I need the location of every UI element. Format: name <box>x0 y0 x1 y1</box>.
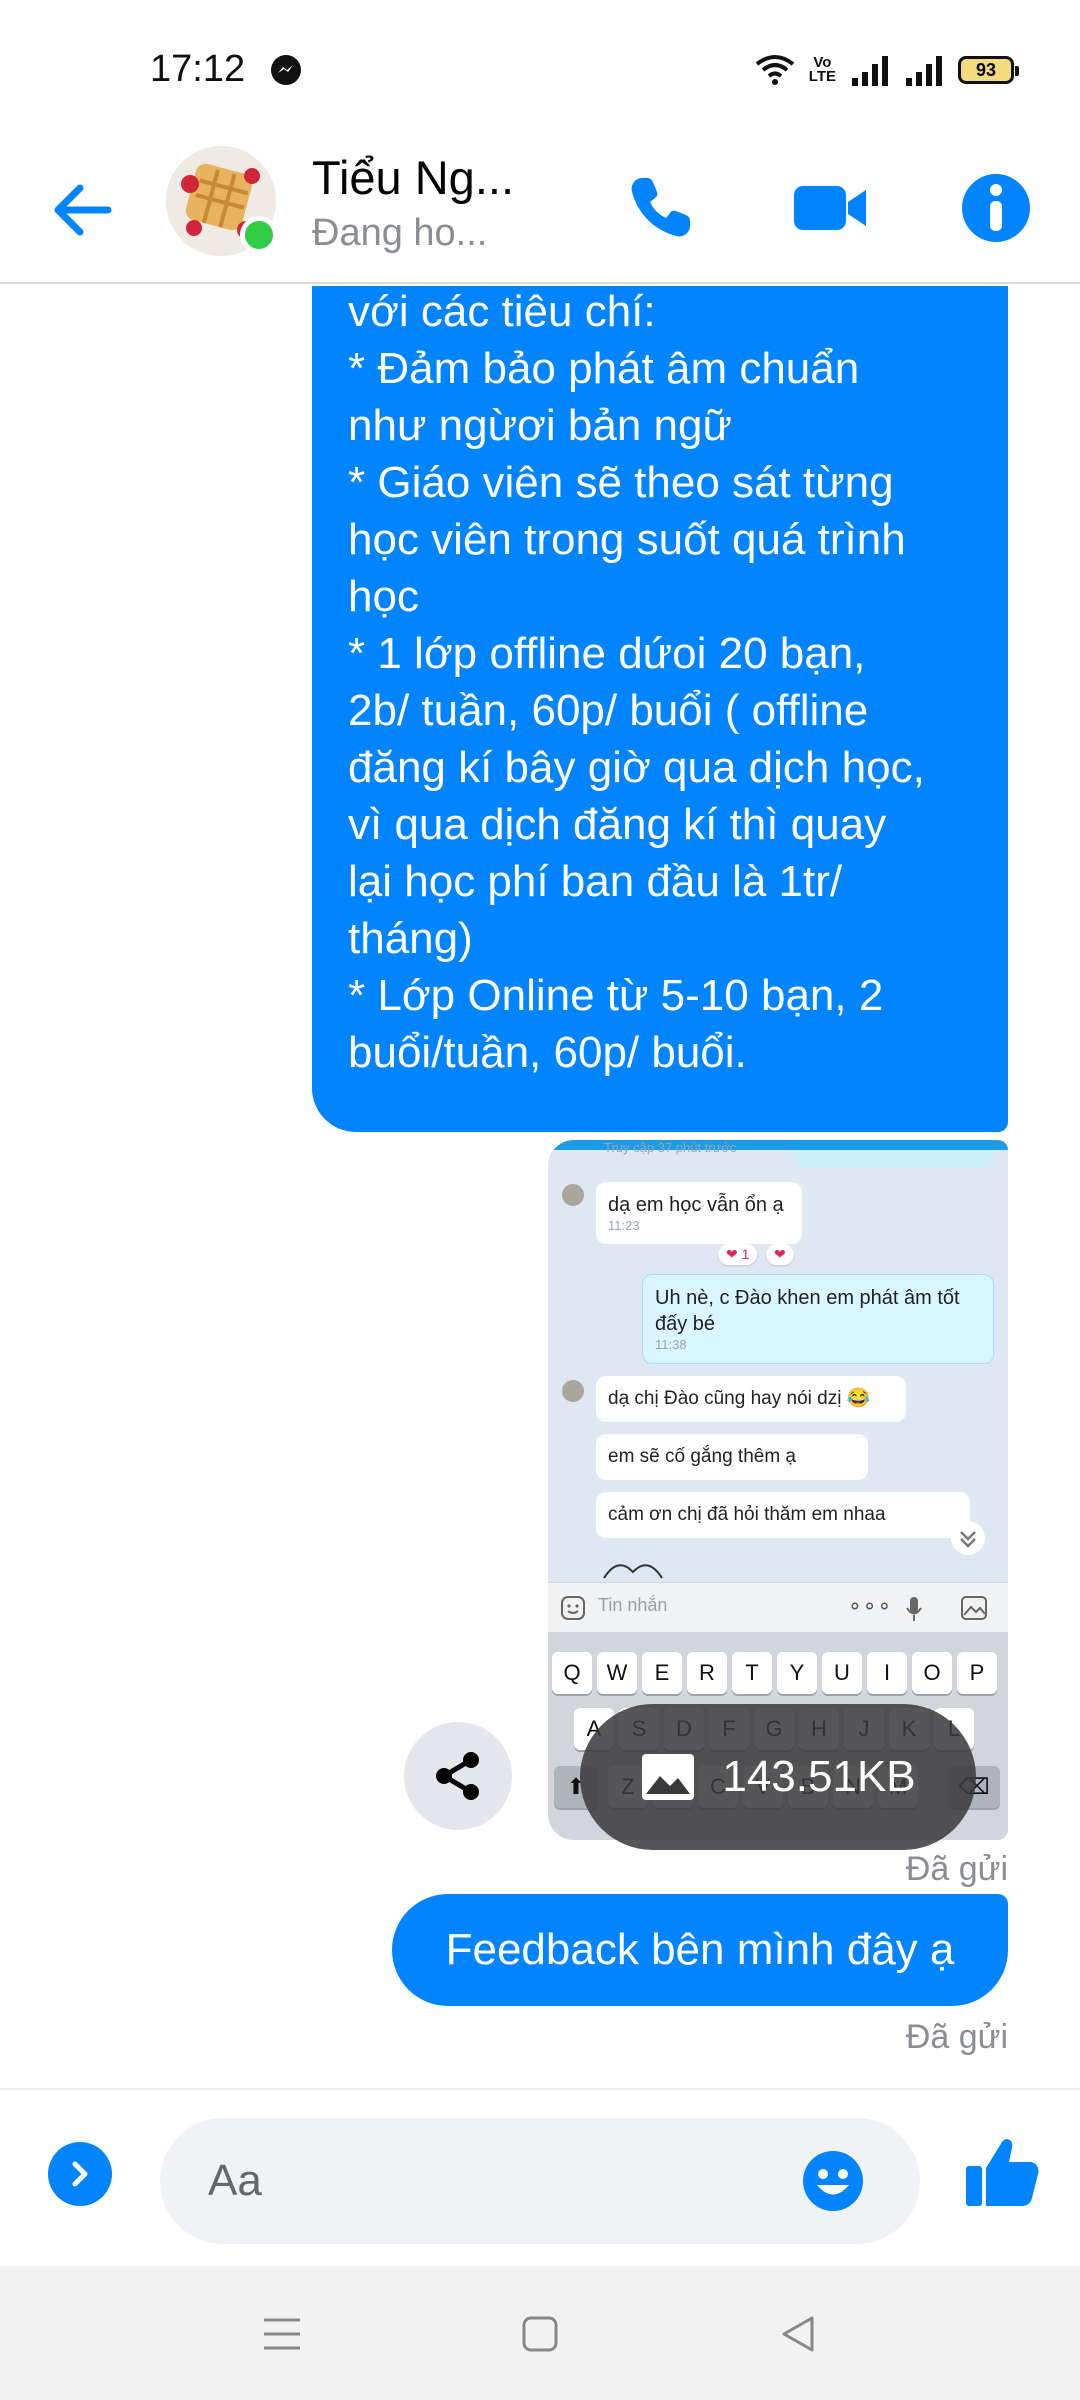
info-icon[interactable] <box>956 168 1036 248</box>
more-icon: ∘∘∘ <box>848 1593 893 1618</box>
screenshot-avatar <box>560 1378 586 1404</box>
screenshot-msg: dạ em học vẫn ổn ạ 11:23 <box>596 1182 802 1244</box>
screenshot-msg: dạ chị Đào cũng hay nói dzị 😂 <box>596 1376 906 1422</box>
message-line: * Đảm bảo phát âm chuẩn <box>348 344 860 393</box>
message-line: * Giáo viên sẽ theo sát từng <box>348 458 894 507</box>
back-triangle-icon[interactable] <box>774 2310 822 2358</box>
message-line: như ngừơi bản ngữ <box>348 401 732 450</box>
home-icon[interactable] <box>516 2310 564 2358</box>
message-line: học <box>348 572 419 621</box>
message-input[interactable] <box>208 2146 768 2216</box>
chat-header: Tiểu Ng... Đang ho... <box>0 140 1080 284</box>
message-line: tháng) <box>348 914 473 963</box>
screenshot-msg-me: Uh nè, c Đào khen em phát âm tốt đấy bé … <box>642 1274 994 1364</box>
message-composer <box>0 2088 1080 2266</box>
volte-indicator: Vo LTE <box>808 54 836 85</box>
keyboard-key: Y <box>777 1652 817 1694</box>
image-size-label: 143.51KB <box>722 1752 916 1801</box>
keyboard-key: P <box>957 1652 997 1694</box>
expand-actions-button[interactable] <box>48 2142 112 2206</box>
gallery-icon <box>961 1596 987 1620</box>
contact-active-status: Đang ho... <box>312 212 488 254</box>
video-call-icon[interactable] <box>790 168 870 248</box>
status-bar: 17:12 Vo LTE 93 <box>0 0 1080 140</box>
keyboard-key: Q <box>552 1652 592 1694</box>
message-line: buổi/tuần, 60p/ buổi. <box>348 1028 747 1077</box>
status-time: 17:12 <box>150 48 246 90</box>
scroll-down-icon <box>951 1521 985 1555</box>
screenshot-topbar: Truy cập 37 phút trước <box>548 1140 1008 1170</box>
heart-reaction-icon: ❤ <box>766 1244 794 1265</box>
chevron-right-icon <box>72 2161 88 2187</box>
phone-call-icon[interactable] <box>620 168 700 248</box>
battery-icon: 93 <box>958 56 1019 84</box>
menu-icon[interactable] <box>258 2310 306 2358</box>
keyboard-key: R <box>687 1652 727 1694</box>
emoji-icon[interactable] <box>800 2148 866 2214</box>
online-status-dot <box>240 216 278 254</box>
message-line: vì qua dịch đăng kí thì quay <box>348 800 887 849</box>
message-line: * 1 lớp offline dứoi 20 bạn, <box>348 629 866 678</box>
share-icon <box>436 1752 479 1800</box>
signal-icon-2 <box>906 56 942 86</box>
share-button[interactable] <box>404 1722 512 1830</box>
sent-status-label: Đã gửi <box>905 1850 1008 1888</box>
keyboard-key: U <box>822 1652 862 1694</box>
contact-name[interactable]: Tiểu Ng... <box>312 150 514 205</box>
keyboard-key: E <box>642 1652 682 1694</box>
message-line: * Lớp Online từ 5-10 bạn, 2 <box>348 971 884 1020</box>
message-line: đăng kí bây giờ qua dịch học, <box>348 743 925 792</box>
message-input-container[interactable] <box>160 2118 920 2244</box>
screenshot-avatar <box>560 1182 586 1208</box>
outgoing-message-feedback[interactable]: Feedback bên mình đây ạ <box>392 1894 1008 2006</box>
image-icon <box>642 1754 695 1800</box>
message-line: lại học phí ban đầu là 1tr/ <box>348 857 843 906</box>
screenshot-msg: cảm ơn chị đã hỏi thăm em nhaa <box>596 1492 970 1538</box>
keyboard-key: I <box>867 1652 907 1694</box>
sent-status-label: Đã gửi <box>905 2018 1008 2056</box>
back-arrow-icon[interactable] <box>46 170 126 250</box>
image-size-badge[interactable]: 143.51KB <box>580 1704 976 1850</box>
message-line: với các tiêu chí: <box>348 287 656 336</box>
keyboard-key: W <box>597 1652 637 1694</box>
message-text: 1tr/ tháng còn 499k/ thángvới các tiêu c… <box>348 286 925 1081</box>
status-indicators: Vo LTE 93 <box>755 50 1019 90</box>
message-line: học viên trong suốt quá trình <box>348 515 906 564</box>
screenshot-input-bar: Tin nhắn ∘∘∘ <box>548 1582 1008 1632</box>
keyboard-key: T <box>732 1652 772 1694</box>
sticker-bow-icon <box>603 1564 663 1579</box>
system-nav-bar <box>0 2266 1080 2400</box>
message-list[interactable]: 1tr/ tháng còn 499k/ thángvới các tiêu c… <box>0 286 1080 2088</box>
message-line: 2b/ tuần, 60p/ buổi ( offline <box>348 686 869 735</box>
heart-reaction: ❤ 1 <box>718 1244 758 1265</box>
signal-icon-1 <box>852 56 888 86</box>
wifi-icon <box>755 55 795 85</box>
keyboard-key: O <box>912 1652 952 1694</box>
outgoing-message-course-info[interactable]: 1tr/ tháng còn 499k/ thángvới các tiêu c… <box>312 286 1008 1132</box>
messenger-notification-icon <box>271 55 301 85</box>
screenshot-msg: em sẽ cố gắng thêm ạ <box>596 1434 868 1480</box>
thumbs-up-icon[interactable] <box>962 2132 1042 2212</box>
sticker-icon <box>561 1596 585 1620</box>
mic-icon <box>906 1597 922 1621</box>
